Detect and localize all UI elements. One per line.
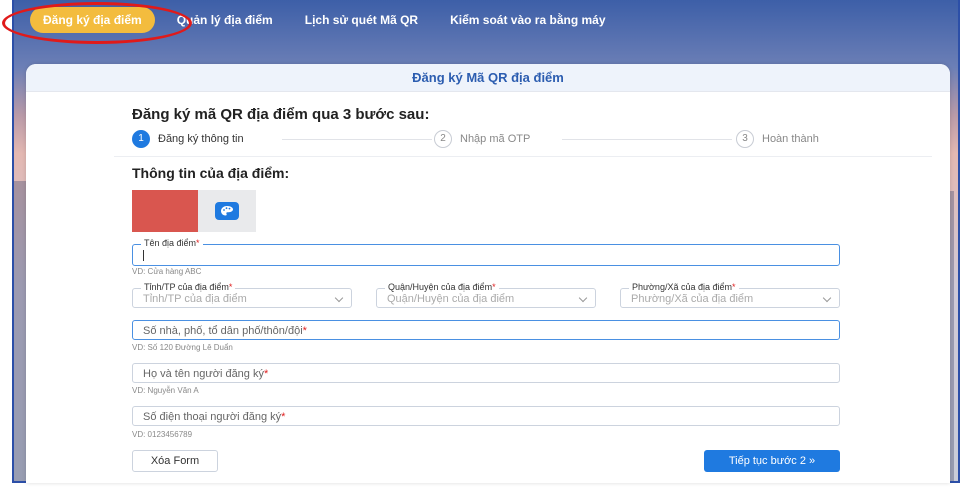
address-input[interactable]: Số nhà, phố, tổ dân phố/thôn/đội*: [132, 320, 840, 340]
step-3-label: Hoàn thành: [762, 133, 819, 145]
step-1: 1 Đăng ký thông tin: [132, 130, 244, 148]
chevron-down-icon: [578, 293, 588, 303]
province-select[interactable]: Tỉnh/TP của địa điểm* Tỉnh/TP của địa đi…: [132, 282, 352, 308]
phone-hint: VD: 0123456789: [132, 430, 193, 439]
step-3: 3 Hoàn thành: [736, 130, 819, 148]
step-2-number: 2: [434, 130, 452, 148]
color-picker-button[interactable]: [198, 190, 256, 232]
step-1-label: Đăng ký thông tin: [158, 133, 244, 145]
card-title: Đăng ký Mã QR địa điểm: [26, 64, 950, 92]
section-title: Thông tin của địa điểm:: [132, 165, 290, 181]
registrant-name-placeholder: Họ và tên người đăng ký*: [143, 368, 269, 380]
province-placeholder: Tỉnh/TP của địa điểm: [143, 293, 247, 305]
location-name-hint: VD: Cửa hàng ABC: [132, 267, 202, 276]
chevron-down-icon: [334, 293, 344, 303]
steps-title: Đăng ký mã QR địa điểm qua 3 bước sau:: [132, 106, 430, 123]
registrant-name-input[interactable]: Họ và tên người đăng ký*: [132, 363, 840, 383]
province-label: Tỉnh/TP của địa điểm*: [141, 282, 236, 292]
nav-scan-history[interactable]: Lịch sử quét Mã QR: [305, 13, 418, 27]
divider: [114, 156, 932, 157]
district-label: Quận/Huyện của địa điểm*: [385, 282, 499, 292]
stepper: 1 Đăng ký thông tin 2 Nhập mã OTP 3 Hoàn…: [132, 130, 844, 148]
step-connector: [282, 139, 432, 140]
selected-color-swatch[interactable]: [132, 190, 198, 232]
next-step-button[interactable]: Tiếp tục bước 2 »: [704, 450, 840, 472]
reset-form-button[interactable]: Xóa Form: [132, 450, 218, 472]
location-name-label: Tên địa điểm*: [141, 238, 203, 248]
location-name-input[interactable]: Tên địa điểm*: [132, 238, 840, 266]
phone-placeholder: Số điện thoại người đăng ký*: [143, 411, 286, 423]
registration-card: Đăng ký Mã QR địa điểm Đăng ký mã QR địa…: [26, 64, 950, 483]
step-2-label: Nhập mã OTP: [460, 133, 531, 145]
chevron-down-icon: [822, 293, 832, 303]
text-cursor: [143, 250, 144, 261]
ward-label: Phường/Xã của địa điểm*: [629, 282, 739, 292]
nav-machine-access-control[interactable]: Kiểm soát vào ra bằng máy: [450, 13, 605, 27]
district-placeholder: Quận/Huyện của địa điểm: [387, 293, 515, 305]
palette-icon: [215, 202, 239, 220]
ward-placeholder: Phường/Xã của địa điểm: [631, 293, 754, 305]
address-placeholder: Số nhà, phố, tổ dân phố/thôn/đội*: [143, 325, 307, 337]
step-1-number: 1: [132, 130, 150, 148]
step-2: 2 Nhập mã OTP: [434, 130, 530, 148]
highlight-circle-annotation: [2, 2, 192, 44]
district-select[interactable]: Quận/Huyện của địa điểm* Quận/Huyện của …: [376, 282, 596, 308]
address-hint: VD: Số 120 Đường Lê Duẩn: [132, 343, 233, 352]
step-3-number: 3: [736, 130, 754, 148]
step-connector: [562, 139, 732, 140]
registrant-name-hint: VD: Nguyễn Văn A: [132, 386, 199, 395]
ward-select[interactable]: Phường/Xã của địa điểm* Phường/Xã của đị…: [620, 282, 840, 308]
phone-input[interactable]: Số điện thoại người đăng ký*: [132, 406, 840, 426]
